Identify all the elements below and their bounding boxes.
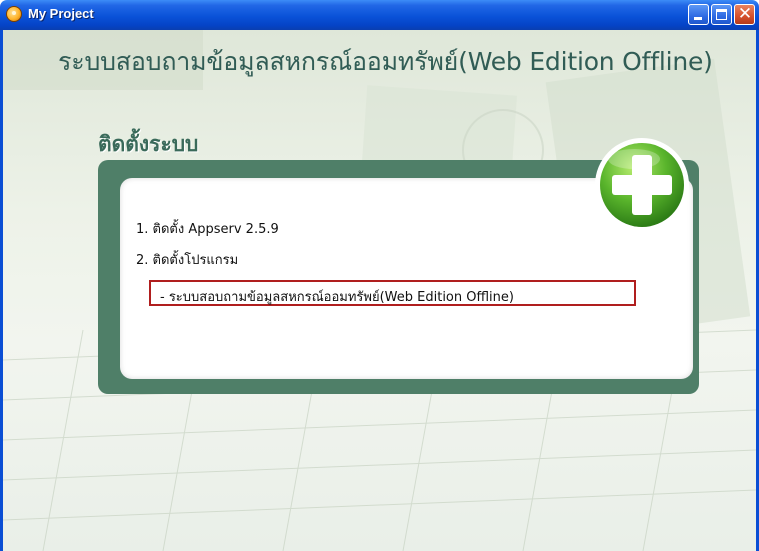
close-icon: ✕ bbox=[737, 4, 753, 24]
install-web-edition-link[interactable]: - ระบบสอบถามข้อมูลสหกรณ์ออมทรัพย์(Web Ed… bbox=[149, 280, 636, 306]
install-program-link[interactable]: 2. ติดตั้งโปรแกรม bbox=[136, 249, 238, 270]
minimize-icon bbox=[694, 17, 702, 20]
install-section-title: ติดตั้งระบบ bbox=[98, 131, 199, 156]
minimize-button[interactable] bbox=[688, 4, 709, 25]
close-button[interactable]: ✕ bbox=[734, 4, 755, 25]
app-icon[interactable] bbox=[6, 6, 22, 22]
title-bar[interactable]: My Project ✕ bbox=[0, 0, 759, 30]
window-title: My Project bbox=[28, 6, 94, 21]
page-title: ระบบสอบถามข้อมูลสหกรณ์ออมทรัพย์(Web Edit… bbox=[58, 47, 713, 76]
maximize-icon bbox=[716, 9, 727, 20]
plus-icon bbox=[595, 138, 689, 232]
install-appserv-link[interactable]: 1. ติดตั้ง Appserv 2.5.9 bbox=[136, 218, 279, 239]
maximize-button[interactable] bbox=[711, 4, 732, 25]
